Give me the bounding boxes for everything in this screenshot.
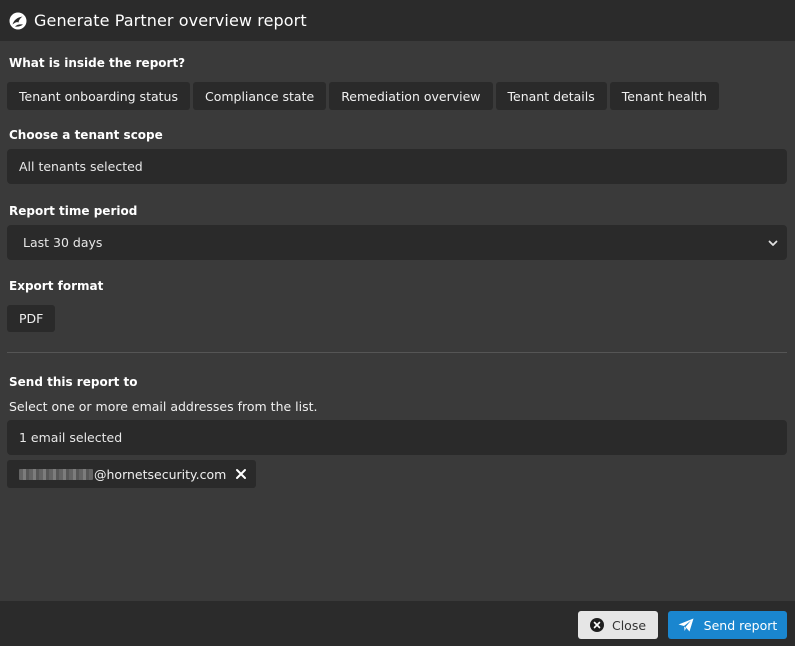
chip-remediation-overview: Remediation overview <box>329 82 493 110</box>
recipients-summary: 1 email selected <box>19 430 123 445</box>
close-button-label: Close <box>611 617 647 633</box>
dialog-body: What is inside the report? Tenant onboar… <box>0 41 795 601</box>
send-report-button[interactable]: Send report <box>668 611 787 639</box>
redacted-username <box>19 468 93 480</box>
tenant-scope-label: Choose a tenant scope <box>9 128 163 142</box>
paper-plane-icon <box>678 618 694 632</box>
time-period-select[interactable]: Last 30 days <box>7 225 787 260</box>
time-period-value: Last 30 days <box>23 235 103 250</box>
recipients-select[interactable]: 1 email selected <box>7 420 787 455</box>
brand-logo-icon <box>9 12 27 30</box>
circle-x-icon <box>589 618 604 632</box>
chip-tenant-health: Tenant health <box>609 82 719 110</box>
close-x-icon[interactable] <box>235 468 247 480</box>
section-divider <box>7 352 787 353</box>
dialog-title: Generate Partner overview report <box>34 11 307 30</box>
time-period-label: Report time period <box>9 204 138 218</box>
dialog-footer: Close Send report <box>0 601 795 646</box>
report-contents-chips: Tenant onboarding status Compliance stat… <box>7 82 719 110</box>
chip-tenant-details: Tenant details <box>495 82 607 110</box>
email-tag: @hornetsecurity.com <box>7 460 257 488</box>
export-format-pdf[interactable]: PDF <box>7 305 56 332</box>
close-button[interactable]: Close <box>578 611 658 639</box>
dialog-header: Generate Partner overview report <box>0 0 795 41</box>
export-format-label: Export format <box>9 279 104 293</box>
chip-compliance-state: Compliance state <box>192 82 327 110</box>
report-contents-label: What is inside the report? <box>9 56 186 70</box>
tenant-scope-field[interactable]: All tenants selected <box>7 149 787 184</box>
send-report-label: Send report <box>703 617 778 633</box>
email-domain: @hornetsecurity.com <box>94 466 227 482</box>
chip-tenant-onboarding-status: Tenant onboarding status <box>7 82 190 110</box>
recipients-label: Send this report to <box>9 375 138 389</box>
recipients-helper-text: Select one or more email addresses from … <box>9 399 318 414</box>
chevron-down-icon <box>767 237 779 249</box>
tenant-scope-value: All tenants selected <box>19 159 143 174</box>
